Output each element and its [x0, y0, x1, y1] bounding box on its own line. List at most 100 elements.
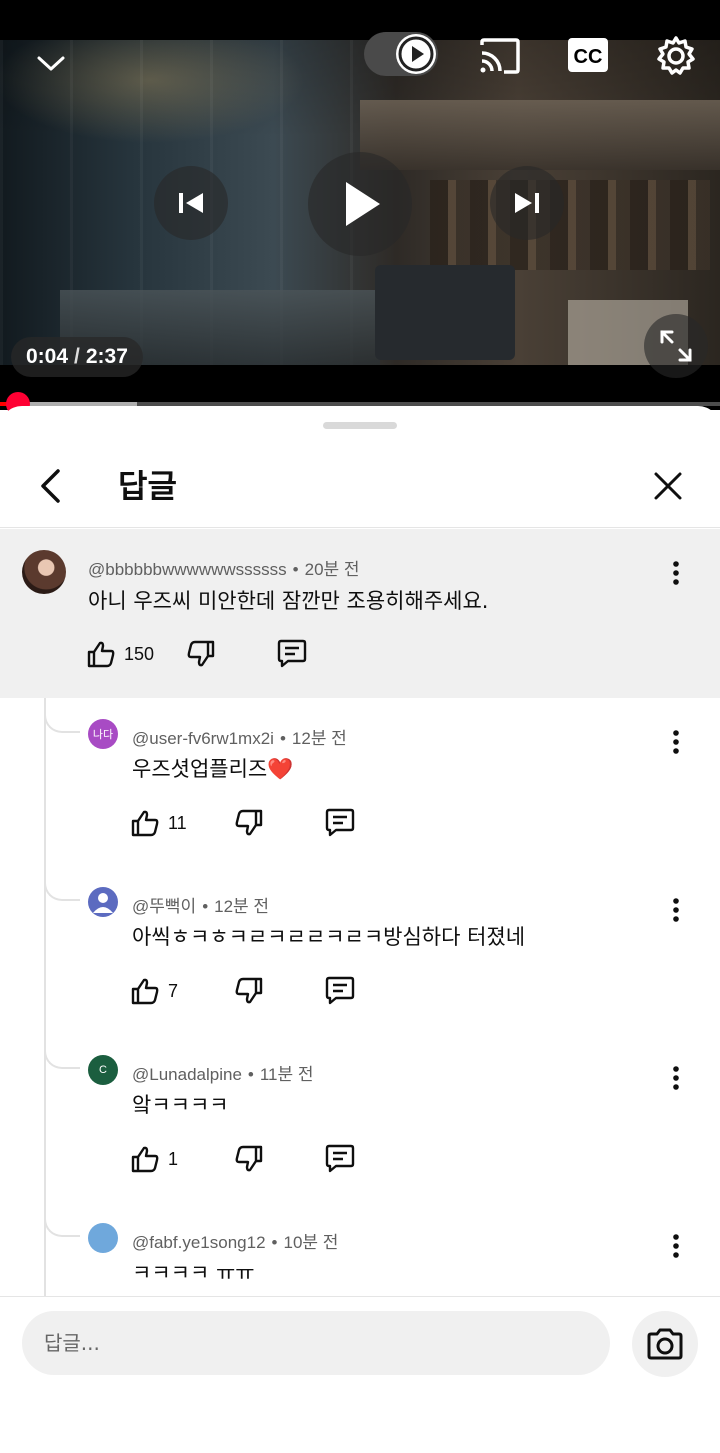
thumbs-down-icon	[235, 977, 263, 1004]
avatar-initials: 나다	[92, 729, 114, 741]
like-button[interactable]: 11	[130, 803, 187, 843]
like-button[interactable]: 1	[130, 1139, 178, 1179]
comment-meta: @user-fv6rw1mx2i • 12분 전	[132, 729, 347, 748]
time-separator: /	[74, 345, 80, 368]
reply-comment: @fabf.ye1song12 • 10분 전 ㅋㅋㅋㅋ ㅠㅠ	[0, 1202, 720, 1296]
video-player[interactable]: CC 0:04 / 2:37	[0, 0, 720, 410]
avatar-initials: C	[99, 1064, 107, 1076]
like-button[interactable]: 150	[86, 634, 154, 674]
cast-icon	[480, 38, 520, 74]
avatar[interactable]: C	[88, 1055, 118, 1085]
autoplay-toggle[interactable]	[364, 32, 438, 76]
comment-author[interactable]: @뚜뻑이	[132, 897, 196, 916]
reply-button[interactable]	[324, 803, 356, 843]
comment-meta: @뚜뻑이 • 12분 전	[132, 897, 270, 916]
comment-author[interactable]: @user-fv6rw1mx2i	[132, 729, 274, 748]
comment-meta: @bbbbbbwwwwwwssssss • 20분 전	[88, 560, 360, 579]
reply-button[interactable]	[276, 634, 308, 674]
drag-handle[interactable]	[323, 422, 397, 429]
close-icon	[654, 472, 682, 500]
person-icon	[93, 893, 113, 913]
dislike-button[interactable]	[234, 1139, 264, 1179]
sheet-title: 답글	[118, 467, 177, 505]
more-vert-icon	[673, 1234, 679, 1258]
fullscreen-button[interactable]	[644, 314, 708, 378]
comment-text: 아씩ㅎㅋㅎㅋㄹㅋㄹㄹㅋㄹㅋ방심하다 터졌네	[132, 925, 526, 949]
comment-author[interactable]: @Lunadalpine	[132, 1065, 242, 1084]
like-count: 11	[168, 812, 187, 833]
thread-connector	[44, 866, 80, 901]
comment-actions: 11	[130, 803, 355, 843]
svg-text:CC: CC	[574, 46, 603, 68]
comment-time: 20분 전	[304, 560, 360, 579]
thumbs-down-icon	[187, 640, 215, 667]
current-time: 0:04	[26, 345, 69, 368]
comment-author[interactable]: @fabf.ye1song12	[132, 1233, 266, 1252]
thumbs-up-icon	[131, 810, 159, 837]
comment-icon	[325, 808, 355, 837]
thumbs-up-icon	[131, 978, 159, 1005]
gear-icon	[657, 36, 695, 75]
thread-connector	[44, 1034, 80, 1069]
autoplay-toggle-icon	[396, 34, 436, 74]
dislike-button[interactable]	[234, 803, 264, 843]
more-vert-icon	[673, 561, 679, 585]
thread-connector	[44, 698, 80, 733]
comment-time: 12분 전	[214, 897, 270, 916]
reply-input[interactable]	[22, 1311, 610, 1375]
reply-button[interactable]	[324, 1139, 356, 1179]
more-options-button[interactable]	[661, 549, 691, 597]
reply-composer	[0, 1296, 720, 1453]
duration: 2:37	[85, 345, 128, 368]
skip-next-icon	[515, 193, 539, 213]
chevron-down-icon	[37, 56, 65, 71]
thumbs-down-icon	[235, 809, 263, 836]
like-button[interactable]: 7	[130, 971, 178, 1011]
comment-text: ㅋㅋㅋㅋ ㅠㅠ	[132, 1261, 255, 1285]
captions-button[interactable]: CC	[566, 36, 610, 74]
reply-comment: 나다 @user-fv6rw1mx2i • 12분 전 우즈셧업플리즈❤️ 11	[0, 698, 720, 866]
cast-button[interactable]	[476, 34, 524, 78]
camera-icon	[647, 1328, 683, 1360]
thread-connector	[44, 1202, 80, 1237]
more-options-button[interactable]	[661, 886, 691, 934]
reply-comment: C @Lunadalpine • 11분 전 앜ㅋㅋㅋㅋ 1	[0, 1034, 720, 1202]
reply-button[interactable]	[324, 971, 356, 1011]
collapse-button[interactable]	[26, 44, 76, 84]
avatar[interactable]	[22, 550, 66, 594]
previous-button[interactable]	[154, 166, 228, 240]
avatar[interactable]: 나다	[88, 719, 118, 749]
fullscreen-icon	[660, 330, 692, 362]
comment-time: 11분 전	[259, 1065, 314, 1084]
more-options-button[interactable]	[661, 718, 691, 766]
more-vert-icon	[673, 1066, 679, 1090]
more-vert-icon	[673, 898, 679, 922]
more-options-button[interactable]	[661, 1222, 691, 1270]
replies-sheet: 답글 @bbbbbbwwwwwwssssss • 20분 전 아니 우즈씨 미안한데…	[0, 406, 720, 1453]
avatar[interactable]	[88, 887, 118, 917]
comment-text: 앜ㅋㅋㅋㅋ	[132, 1093, 229, 1117]
comment-time: 12분 전	[291, 729, 347, 748]
comment-actions: 150	[86, 634, 308, 674]
cc-icon: CC	[568, 38, 608, 72]
avatar[interactable]	[88, 1223, 118, 1253]
comment-text: 우즈셧업플리즈❤️	[132, 757, 294, 781]
parent-comment: @bbbbbbwwwwwwssssss • 20분 전 아니 우즈씨 미안한데 잠깐…	[0, 529, 720, 698]
thumbs-up-icon	[131, 1146, 159, 1173]
next-button[interactable]	[490, 166, 564, 240]
play-button[interactable]	[308, 152, 412, 256]
comment-actions: 1	[130, 1139, 355, 1179]
dislike-button[interactable]	[234, 971, 264, 1011]
like-count: 7	[168, 980, 179, 1001]
back-button[interactable]	[26, 462, 74, 510]
comment-actions: 7	[130, 971, 355, 1011]
camera-button[interactable]	[632, 1311, 698, 1377]
sheet-header: 답글	[0, 444, 720, 528]
more-options-button[interactable]	[661, 1054, 691, 1102]
comment-icon	[325, 976, 355, 1005]
comment-thread: @bbbbbbwwwwwwssssss • 20분 전 아니 우즈씨 미안한데 잠깐…	[0, 529, 720, 1296]
close-button[interactable]	[644, 462, 692, 510]
settings-button[interactable]	[652, 32, 700, 80]
dislike-button[interactable]	[186, 634, 216, 674]
comment-author[interactable]: @bbbbbbwwwwwwssssss	[88, 560, 287, 579]
